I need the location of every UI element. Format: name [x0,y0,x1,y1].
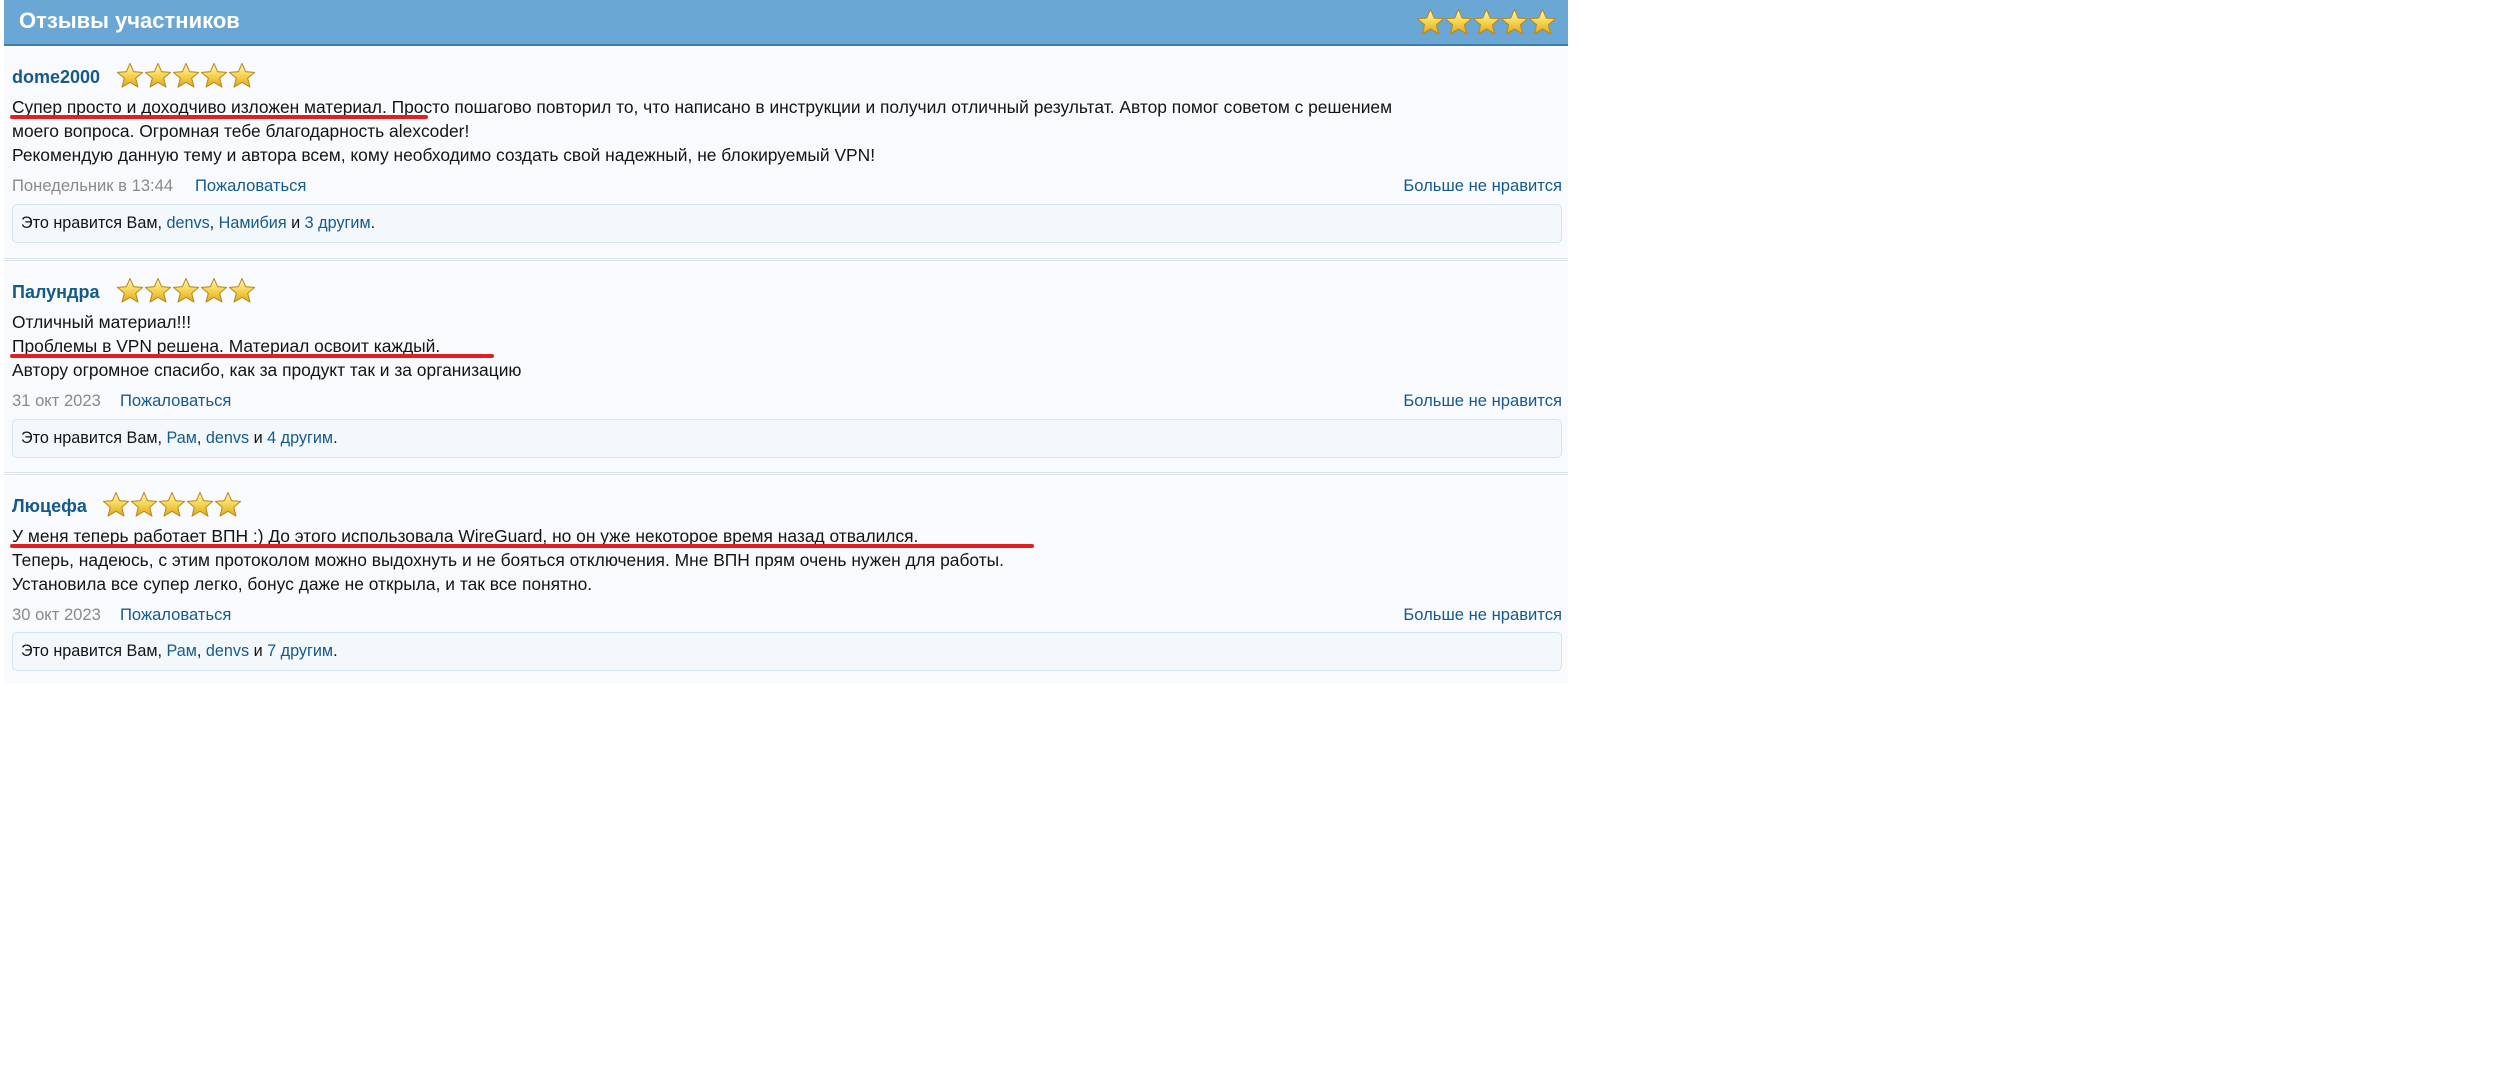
author-rating-stars [116,62,256,88]
star-icon [1528,8,1557,35]
liker-link[interactable]: Рам [166,429,196,447]
review-line: Теперь, надеюсь, с этим протоколом можно… [12,550,1004,570]
header-title: Отзывы участников [19,8,240,33]
star-icon [1444,8,1473,35]
star-icon [172,277,200,303]
author-name[interactable]: Палундра [12,282,99,303]
likes-and: и [291,214,301,232]
liker-link[interactable]: denvs [206,429,249,447]
report-link[interactable]: Пожаловаться [195,176,306,196]
unlike-link[interactable]: Больше не нравится [1403,605,1562,625]
likes-prefix: Это нравится Вам, [21,642,162,660]
unlike-link[interactable]: Больше не нравится [1403,176,1562,196]
highlight-underline [10,354,494,358]
review-body: Отличный материал!!! Проблемы в VPN реше… [12,310,1552,382]
likes-others-link[interactable]: 4 другим [267,429,333,447]
review-line: Рекомендую данную тему и автора всем, ко… [12,145,876,165]
likes-summary: Это нравится Вам, denvs, Намибия и 3 дру… [12,204,1562,243]
liker-link[interactable]: denvs [206,642,249,660]
review-line: Автору огромное спасибо, как за продукт … [12,360,522,380]
likes-prefix: Это нравится Вам, [21,429,162,447]
star-icon [116,62,144,88]
header-rating-stars [1416,8,1557,35]
report-link[interactable]: Пожаловаться [120,391,231,411]
star-icon [102,491,130,517]
star-icon [158,491,186,517]
report-link[interactable]: Пожаловаться [120,605,231,625]
likes-summary: Это нравится Вам, Рам, denvs и 4 другим. [12,419,1562,458]
star-icon [228,277,256,303]
review-line: Отличный материал!!! [12,312,192,332]
unlike-link[interactable]: Больше не нравится [1403,391,1562,411]
review-post: Люцефа У меня теперь работает ВПН :) До … [4,476,1568,684]
author-name[interactable]: dome2000 [12,67,100,88]
review-line: моего вопроса. Огромная тебе благодарнос… [12,121,470,141]
reviews-header: Отзывы участников [4,0,1568,46]
review-post: Палундра Отличный материал!!! Проблемы в… [4,262,1568,473]
star-icon [1500,8,1529,35]
liker-link[interactable]: denvs [166,214,209,232]
post-date: Понедельник в 13:44 [12,176,174,195]
likes-period: . [333,642,338,660]
review-line: Установила все супер легко, бонус даже н… [12,574,593,594]
liker-link[interactable]: Рам [166,642,196,660]
post-date: 30 окт 2023 [12,605,101,624]
star-icon [144,277,172,303]
post-separator [4,258,1568,261]
star-icon [186,491,214,517]
star-icon [144,62,172,88]
highlight-underline [10,115,428,119]
likes-and: и [253,429,263,447]
review-post: dome2000 Супер просто и доходчиво изложе… [4,48,1568,259]
likes-and: и [253,642,263,660]
likes-period: . [333,429,338,447]
likes-others-link[interactable]: 3 другим [305,214,371,232]
star-icon [228,62,256,88]
author-rating-stars [102,491,242,517]
author-rating-stars [116,277,256,303]
star-icon [1416,8,1445,35]
likes-prefix: Это нравится Вам, [21,214,162,232]
star-icon [200,62,228,88]
likes-summary: Это нравится Вам, Рам, denvs и 7 другим. [12,632,1562,671]
star-icon [172,62,200,88]
likes-separator: , [196,642,202,660]
liker-link[interactable]: Намибия [219,214,287,232]
likes-separator: , [196,429,202,447]
review-body: Супер просто и доходчиво изложен материа… [12,95,1552,167]
likes-period: . [370,214,376,232]
post-date: 31 окт 2023 [12,391,101,410]
post-separator [4,472,1568,475]
star-icon [1472,8,1501,35]
likes-others-link[interactable]: 7 другим [267,642,333,660]
star-icon [214,491,242,517]
star-icon [130,491,158,517]
likes-separator: , [209,214,215,232]
author-name[interactable]: Люцефа [12,496,87,517]
highlight-underline [10,544,1034,548]
star-icon [200,277,228,303]
review-body: У меня теперь работает ВПН :) До этого и… [12,524,1552,596]
star-icon [116,277,144,303]
